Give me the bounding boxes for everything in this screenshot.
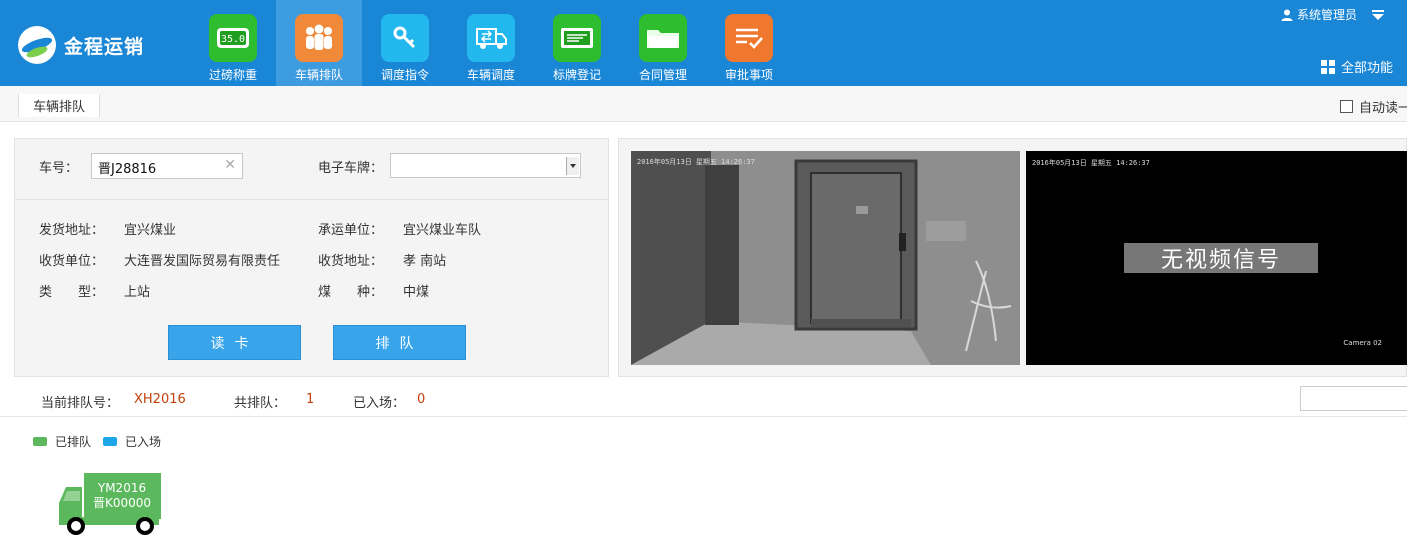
e-plate-select[interactable] xyxy=(390,153,581,178)
current-queue-label: 当前排队号： xyxy=(41,396,120,411)
svg-text:2016年05月13日 星期五 14:26:37: 2016年05月13日 星期五 14:26:37 xyxy=(637,157,755,166)
all-functions-label: 全部功能 xyxy=(1340,61,1393,76)
car-no-value: 晋J28816 xyxy=(98,162,157,177)
nav-label-contract-management: 合同管理 xyxy=(638,68,687,82)
type-label: 类 型： xyxy=(39,285,105,300)
people-queue-icon xyxy=(295,14,343,62)
nav-label-approval: 审批事项 xyxy=(724,68,773,82)
ship-address-label: 发货地址： xyxy=(39,223,105,238)
vehicle-info-panel: 车号： 晋J28816 ✕ 电子车牌： 发货地址： 宜兴煤业 承运单位： 宜兴煤… xyxy=(14,138,609,377)
nav-item-approval[interactable]: 审批事项 xyxy=(706,0,792,86)
queue-legend: 已排队 已入场 xyxy=(33,433,173,450)
all-functions-button[interactable]: 全部功能 xyxy=(1320,57,1393,76)
nav-label-vehicle-dispatch: 车辆调度 xyxy=(466,68,515,82)
top-header: 金程运销 35.0 过磅称重 车辆排队 调度指令 车辆调度 标牌登记 合同管理 … xyxy=(0,0,1407,86)
breadcrumb-tab-vehicle-queue[interactable]: 车辆排队 xyxy=(18,94,101,117)
receiver-value: 大连晋发国际贸易有限责任 xyxy=(124,254,281,269)
camera-2-name: Camera 02 xyxy=(1343,339,1382,347)
queue-search-input[interactable] xyxy=(1300,386,1407,411)
receive-address-label: 收货地址： xyxy=(318,254,384,269)
camera-2-feed[interactable]: 2016年05月13日 星期五 14:26:37 无视频信号 Camera 02 xyxy=(1026,151,1407,365)
car-no-label: 车号： xyxy=(39,161,79,176)
truck-label: YM2016 晋K00000 xyxy=(86,481,158,511)
user-icon xyxy=(1281,9,1293,21)
checklist-icon xyxy=(725,14,773,62)
clear-icon[interactable]: ✕ xyxy=(224,157,236,173)
auto-read-label: 自动读一 xyxy=(1359,101,1407,116)
entered-label: 已入场： xyxy=(353,396,406,411)
carrier-label: 承运单位： xyxy=(318,223,384,238)
legend-label-entered: 已入场 xyxy=(125,435,162,449)
receiver-label: 收货单位： xyxy=(39,254,105,269)
folder-icon xyxy=(639,14,687,62)
nav-label-dispatch-order: 调度指令 xyxy=(380,68,429,82)
coal-type-value: 中煤 xyxy=(403,285,430,300)
coal-type-label: 煤 种： xyxy=(318,285,384,300)
carrier-value: 宜兴煤业车队 xyxy=(403,223,482,238)
receive-address-value: 孝 南站 xyxy=(403,254,447,269)
main-nav: 35.0 过磅称重 车辆排队 调度指令 车辆调度 标牌登记 合同管理 审批事项 xyxy=(190,0,792,86)
nav-item-dispatch-order[interactable]: 调度指令 xyxy=(362,0,448,86)
nav-item-contract-management[interactable]: 合同管理 xyxy=(620,0,706,86)
no-signal-overlay: 无视频信号 xyxy=(1124,243,1318,273)
entered-value: 0 xyxy=(417,392,426,407)
car-no-input[interactable]: 晋J28816 ✕ xyxy=(91,153,243,179)
legend-swatch-entered xyxy=(103,437,118,446)
app-title: 金程运销 xyxy=(64,35,145,58)
truck-code: YM2016 xyxy=(97,481,147,495)
e-plate-label: 电子车牌： xyxy=(318,161,384,176)
video-panel: 2016年05月13日 星期五 14:26:37 2016年05月13日 星期五… xyxy=(618,138,1407,377)
legend-swatch-queued xyxy=(33,437,47,446)
nav-label-plate-registration: 标牌登记 xyxy=(552,68,601,82)
nav-label-vehicle-queue: 车辆排队 xyxy=(294,68,343,82)
nav-item-vehicle-queue[interactable]: 车辆排队 xyxy=(276,0,362,86)
nav-item-vehicle-dispatch[interactable]: 车辆调度 xyxy=(448,0,534,86)
user-name: 系统管理员 xyxy=(1296,8,1357,22)
breadcrumb-bar: 车辆排队 自动读一 xyxy=(0,86,1407,122)
queued-truck-card[interactable]: YM2016 晋K00000 xyxy=(56,473,162,537)
legend-label-queued: 已排队 xyxy=(55,435,92,449)
dropdown-arrow-icon[interactable] xyxy=(1371,9,1385,21)
camera-2-timestamp: 2016年05月13日 星期五 14:26:37 xyxy=(1032,159,1150,167)
key-icon xyxy=(381,14,429,62)
current-queue-value: XH2016 xyxy=(134,392,186,407)
type-value: 上站 xyxy=(124,285,151,300)
license-plate-icon xyxy=(553,14,601,62)
queue-button[interactable]: 排队 xyxy=(333,325,466,360)
nav-label-weighing: 过磅称重 xyxy=(208,68,257,82)
total-queue-label: 共排队： xyxy=(234,396,287,411)
ship-address-value: 宜兴煤业 xyxy=(124,223,177,238)
logo-globe-icon xyxy=(18,26,56,64)
truck-dispatch-icon xyxy=(467,14,515,62)
vehicle-search-row: 车号： 晋J28816 ✕ 电子车牌： xyxy=(15,139,608,200)
camera-1-feed[interactable]: 2016年05月13日 星期五 14:26:37 xyxy=(631,151,1020,365)
queue-status-bar: 当前排队号： XH2016 共排队： 1 已入场： 0 xyxy=(0,383,1407,417)
truck-plate: 晋K00000 xyxy=(92,496,152,510)
nav-item-weighing[interactable]: 35.0 过磅称重 xyxy=(190,0,276,86)
camera-1-scene: 2016年05月13日 星期五 14:26:37 xyxy=(631,151,1020,365)
auto-read-toggle[interactable]: 自动读一 xyxy=(1340,97,1407,116)
grid-icon xyxy=(1320,59,1335,74)
scale-display-icon: 35.0 xyxy=(209,14,257,62)
app-logo[interactable]: 金程运销 xyxy=(18,26,144,64)
read-card-button[interactable]: 读卡 xyxy=(168,325,301,360)
auto-read-checkbox[interactable] xyxy=(1340,100,1353,113)
total-queue-value: 1 xyxy=(306,392,315,407)
nav-item-plate-registration[interactable]: 标牌登记 xyxy=(534,0,620,86)
select-arrow-icon[interactable] xyxy=(566,157,579,175)
user-menu[interactable]: 系统管理员 xyxy=(1281,6,1385,23)
svg-text:35.0: 35.0 xyxy=(221,34,245,45)
